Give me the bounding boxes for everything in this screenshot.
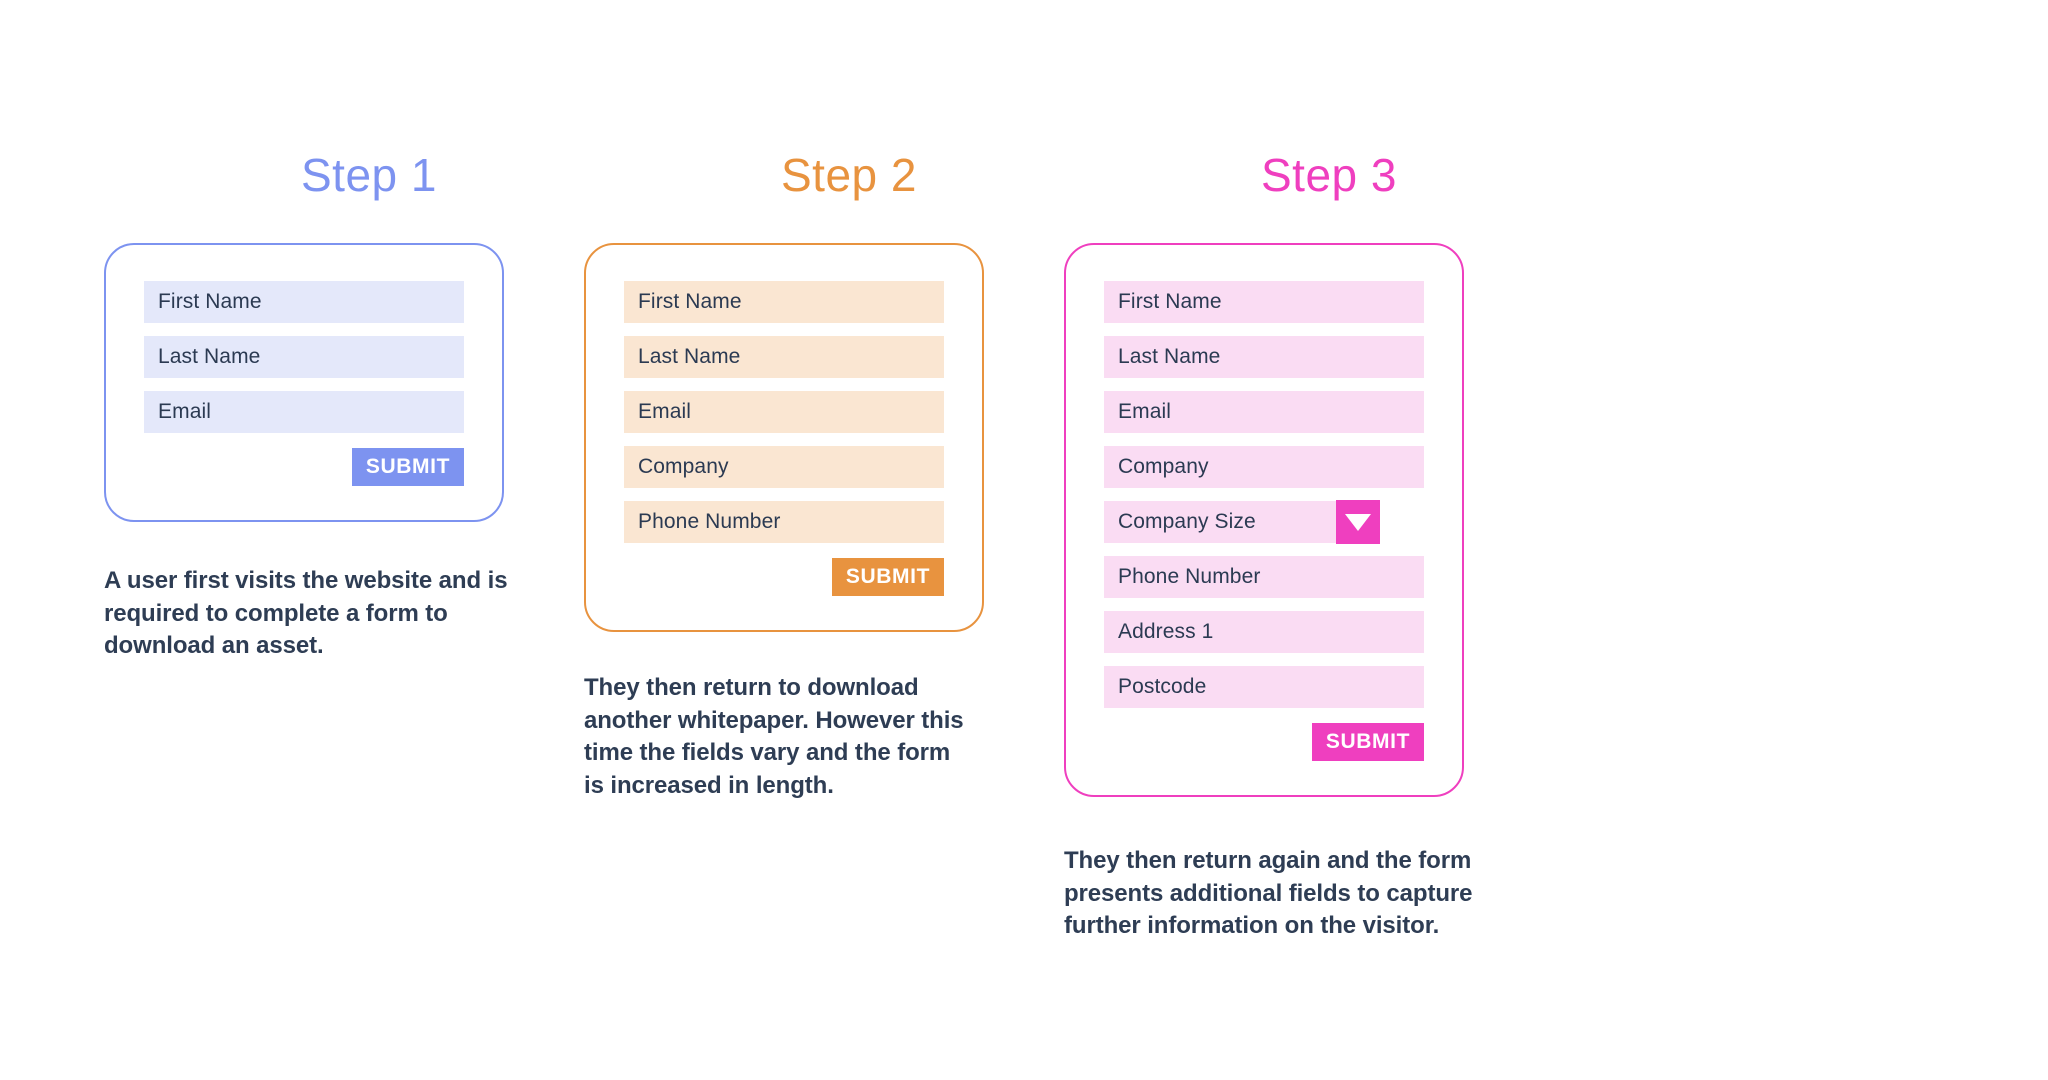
field-label: First Name bbox=[158, 290, 262, 313]
form-card-3: First Name Last Name Email Company Compa… bbox=[1064, 243, 1464, 797]
form-field-postcode[interactable]: Postcode bbox=[1104, 666, 1424, 708]
field-label: Address 1 bbox=[1118, 620, 1214, 643]
field-label: Email bbox=[1118, 400, 1172, 423]
form-field-address-1[interactable]: Address 1 bbox=[1104, 611, 1424, 653]
chevron-down-icon bbox=[1345, 513, 1371, 531]
company-size-dropdown-toggle[interactable] bbox=[1336, 500, 1380, 544]
form-field-first-name[interactable]: First Name bbox=[1104, 281, 1424, 323]
form-field-email[interactable]: Email bbox=[624, 391, 944, 433]
step-caption-1: A user first visits the website and is r… bbox=[104, 567, 508, 660]
form-field-last-name[interactable]: Last Name bbox=[144, 336, 464, 378]
diagram-canvas: Step 1 First Name Last Name Email SUBMIT… bbox=[0, 0, 2048, 1080]
field-label: First Name bbox=[638, 290, 742, 313]
field-label: Phone Number bbox=[638, 510, 781, 533]
form-card-1: First Name Last Name Email SUBMIT bbox=[104, 243, 504, 522]
step-caption-2: They then return to download another whi… bbox=[584, 674, 964, 799]
submit-button[interactable]: SUBMIT bbox=[831, 558, 944, 596]
form-field-phone-number[interactable]: Phone Number bbox=[624, 501, 944, 543]
form-field-email[interactable]: Email bbox=[1104, 391, 1424, 433]
field-label: Last Name bbox=[1118, 345, 1221, 368]
step-caption-3: They then return again and the form pres… bbox=[1064, 847, 1473, 940]
step-title-1: Step 1 bbox=[301, 149, 437, 201]
form-field-company[interactable]: Company bbox=[1104, 446, 1424, 488]
field-label: Company bbox=[1118, 455, 1209, 478]
field-label: Email bbox=[638, 400, 692, 423]
form-field-phone-number[interactable]: Phone Number bbox=[1104, 556, 1424, 598]
step-title-3: Step 3 bbox=[1261, 149, 1397, 201]
form-field-last-name[interactable]: Last Name bbox=[624, 336, 944, 378]
field-label: First Name bbox=[1118, 290, 1222, 313]
step-title-2: Step 2 bbox=[781, 149, 917, 201]
form-field-first-name[interactable]: First Name bbox=[144, 281, 464, 323]
field-label: Last Name bbox=[638, 345, 741, 368]
submit-row: SUBMIT bbox=[624, 558, 944, 596]
submit-row: SUBMIT bbox=[144, 448, 464, 486]
submit-button[interactable]: SUBMIT bbox=[351, 448, 464, 486]
submit-button[interactable]: SUBMIT bbox=[1311, 723, 1424, 761]
field-label: Email bbox=[158, 400, 212, 423]
field-label: Phone Number bbox=[1118, 565, 1261, 588]
form-field-last-name[interactable]: Last Name bbox=[1104, 336, 1424, 378]
form-field-company[interactable]: Company bbox=[624, 446, 944, 488]
submit-row: SUBMIT bbox=[1104, 723, 1424, 761]
field-label: Postcode bbox=[1118, 675, 1207, 698]
form-card-2: First Name Last Name Email Company Phone… bbox=[584, 243, 984, 632]
field-label: Company bbox=[638, 455, 729, 478]
form-field-first-name[interactable]: First Name bbox=[624, 281, 944, 323]
field-label: Company Size bbox=[1118, 510, 1256, 533]
field-label: Last Name bbox=[158, 345, 261, 368]
form-field-email[interactable]: Email bbox=[144, 391, 464, 433]
form-field-company-size[interactable]: Company Size bbox=[1104, 500, 1380, 544]
